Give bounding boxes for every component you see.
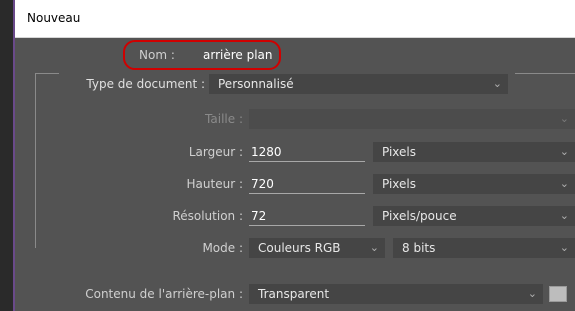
height-input[interactable]: 720 [249,174,365,194]
dialog-titlebar[interactable]: Nouveau [15,0,575,38]
resolution-input[interactable]: 72 [249,206,365,226]
group-border-left [35,73,36,248]
name-label: Nom : [139,48,175,62]
background-color-swatch[interactable] [549,286,567,302]
mode-label: Mode : [202,241,243,255]
group-border-top-left [35,73,59,74]
chevron-down-icon: ⌄ [369,241,379,254]
group-border-top-right [515,73,575,74]
height-unit-select[interactable]: Pixels ⌄ [373,174,575,194]
chevron-down-icon: ⌄ [527,287,537,300]
chevron-down-icon: ⌄ [559,241,569,254]
size-select[interactable]: ⌄ [249,109,575,129]
size-label: Taille : [205,112,243,126]
bit-depth-value: 8 bits [402,241,436,255]
background-contents-select[interactable]: Transparent ⌄ [249,284,543,304]
document-type-select[interactable]: Personnalisé ⌄ [209,74,508,94]
chevron-down-icon: ⌄ [492,77,502,90]
color-mode-select[interactable]: Couleurs RGB ⌄ [249,238,385,258]
resolution-label: Résolution : [172,209,243,223]
chevron-down-icon: ⌄ [559,177,569,190]
name-input[interactable]: arrière plan [203,48,273,62]
resolution-unit-value: Pixels/pouce [382,209,457,223]
width-unit-select[interactable]: Pixels ⌄ [373,142,575,162]
window-frame [0,0,13,311]
color-mode-value: Couleurs RGB [258,241,341,255]
chevron-down-icon: ⌄ [559,145,569,158]
resolution-unit-select[interactable]: Pixels/pouce ⌄ [373,206,575,226]
background-contents-value: Transparent [258,287,330,301]
chevron-down-icon: ⌄ [559,112,569,125]
name-highlight: Nom : arrière plan [123,40,281,70]
background-contents-label: Contenu de l'arrière-plan : [85,287,243,301]
dialog-title: Nouveau [27,11,81,25]
height-unit-value: Pixels [382,177,417,191]
height-label: Hauteur : [186,177,243,191]
width-input[interactable]: 1280 [249,142,365,162]
document-type-label: Type de document : [86,77,205,91]
chevron-down-icon: ⌄ [559,209,569,222]
width-unit-value: Pixels [382,145,417,159]
width-label: Largeur : [188,145,243,159]
new-document-dialog: Nom : arrière plan Type de document : Pe… [15,38,575,311]
bit-depth-select[interactable]: 8 bits ⌄ [393,238,575,258]
document-type-value: Personnalisé [218,77,294,91]
